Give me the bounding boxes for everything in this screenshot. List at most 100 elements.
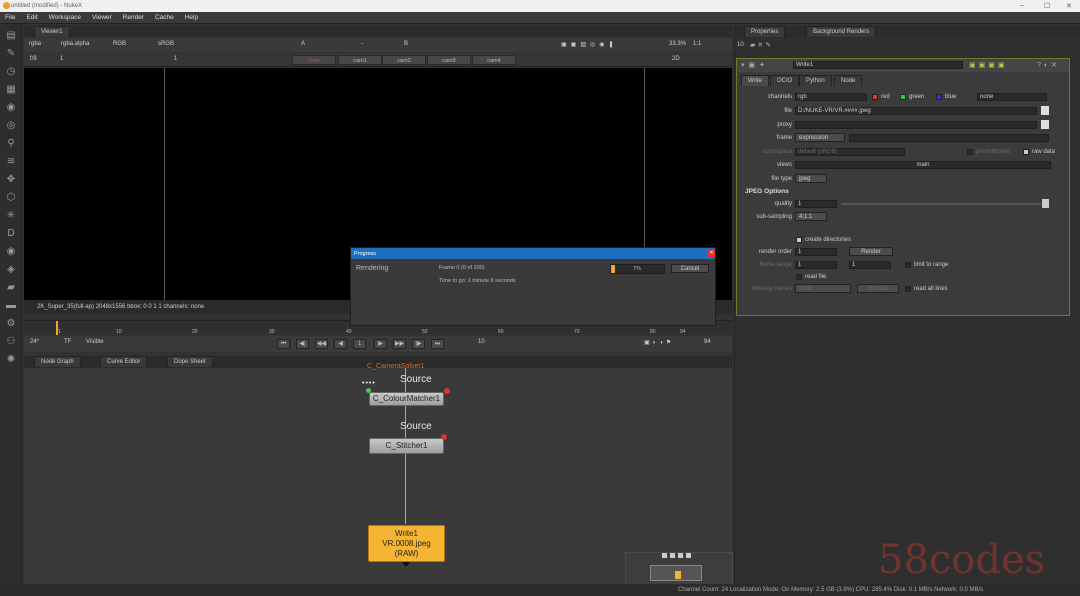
tab-ocio[interactable]: OCIO [770, 75, 800, 86]
particles-icon[interactable]: ✳ [5, 210, 17, 222]
colorspace-dropdown[interactable]: RGB [111, 40, 128, 50]
raw-data-checkbox[interactable] [1023, 149, 1029, 155]
input-a-dropdown[interactable]: A [299, 40, 307, 50]
menu-viewer[interactable]: Viewer [87, 12, 116, 21]
render-button[interactable]: Render [849, 247, 893, 256]
gamma-value[interactable]: 1 [172, 55, 179, 65]
other-tools-icon[interactable]: ▬ [5, 300, 17, 312]
frame-range-end[interactable]: 1 [849, 261, 891, 269]
reload-button[interactable]: Reload [857, 284, 899, 293]
tab-write[interactable]: Write [741, 75, 769, 86]
tab-node[interactable]: Node [834, 75, 863, 86]
proxy-path-field[interactable] [795, 121, 1037, 129]
blue-checkbox[interactable] [936, 94, 942, 100]
view-cam1[interactable]: cam1 [338, 55, 382, 65]
premultiplied-checkbox[interactable] [967, 149, 973, 155]
cancel-button[interactable]: Cancel [671, 264, 709, 273]
menu-edit[interactable]: Edit [21, 12, 41, 21]
next-key-button[interactable]: |▶ [412, 339, 425, 349]
views-dropdown[interactable]: main [795, 161, 1051, 169]
write-node[interactable]: Write1 VR.0008.jpeg (RAW) [368, 525, 445, 562]
step-forward-button[interactable]: ▶▶ [393, 339, 406, 349]
visibility-dropdown[interactable]: Visible [84, 338, 106, 348]
close-button[interactable]: ✕ [1066, 2, 1072, 10]
frame-mode-dropdown[interactable]: expression [795, 133, 845, 142]
viewer-overlay-icons[interactable]: ▣▣▨◎◉❚ [559, 40, 620, 50]
colorspace-dropdown[interactable]: default (sRGB) [795, 148, 905, 156]
missing-frames-dropdown[interactable]: error [795, 284, 851, 293]
play-backward-button[interactable]: ◀ [334, 339, 347, 349]
view-cam4[interactable]: cam4 [472, 55, 516, 65]
proxy-ratio[interactable]: 1:1 [691, 40, 703, 50]
frame-expression-field[interactable] [849, 134, 1049, 142]
menu-help[interactable]: Help [180, 12, 202, 21]
end-frame-field[interactable]: 94 [702, 338, 713, 348]
node-graph-minimap[interactable] [625, 552, 733, 586]
viewer-mode-dropdown[interactable]: 2D [670, 55, 682, 65]
views-tools-icon[interactable]: ◉ [5, 246, 17, 258]
skip-end-button[interactable]: ⏭ [431, 339, 444, 349]
image-tools-icon[interactable]: ▤ [5, 30, 17, 42]
draw-tools-icon[interactable]: ✎ [5, 48, 17, 60]
panel-window-icons[interactable]: ?◐✕ [1037, 61, 1060, 69]
file-path-field[interactable]: D:/NUKE-VR/VR.####.jpeg [795, 107, 1037, 115]
display-dropdown[interactable]: sRGB [156, 40, 176, 50]
channels-dropdown[interactable]: rgb [795, 93, 867, 101]
keyer-tools-icon[interactable]: ⚲ [5, 138, 17, 150]
tab-background-renders[interactable]: Background Renders [806, 26, 877, 37]
file-type-dropdown[interactable]: jpeg [795, 174, 827, 183]
read-file-checkbox[interactable] [796, 274, 802, 280]
read-all-lines-checkbox[interactable] [905, 286, 911, 292]
menu-file[interactable]: File [0, 12, 19, 21]
tab-python[interactable]: Python [799, 75, 832, 86]
metadata-icon[interactable]: ◈ [5, 264, 17, 276]
input-b-dropdown[interactable]: B [402, 40, 410, 50]
frame-range-start[interactable]: 1 [795, 261, 837, 269]
transform-tools-icon[interactable]: ✥ [5, 174, 17, 186]
filter-tools-icon[interactable]: ◎ [5, 120, 17, 132]
compare-mode-dropdown[interactable]: - [359, 40, 365, 50]
play-forward-button[interactable]: ▶ [374, 339, 387, 349]
color-tools-icon[interactable]: ◉ [5, 102, 17, 114]
stitcher-node[interactable]: C_Stitcher1 [369, 438, 444, 454]
skip-start-button[interactable]: ⏮ [277, 339, 290, 349]
limit-to-range-checkbox[interactable] [905, 262, 911, 268]
close-icon[interactable]: ✕ [708, 250, 715, 257]
view-main[interactable]: main [292, 55, 336, 65]
minimize-button[interactable]: – [1020, 2, 1024, 9]
channel-tools-icon[interactable]: ▦ [5, 84, 17, 96]
fstop-control[interactable]: f/8 [28, 55, 39, 65]
colour-matcher-node[interactable]: C_ColourMatcher1 [369, 392, 444, 406]
furnace-icon[interactable]: ⚙ [5, 318, 17, 330]
current-frame-field[interactable]: 1 [353, 339, 366, 349]
zoom-level[interactable]: 33.3% [667, 40, 688, 50]
quality-field[interactable]: 1 [795, 200, 837, 208]
fps-dropdown[interactable]: 24* [28, 338, 41, 348]
frame-increment[interactable]: 10 [476, 338, 487, 348]
time-tools-icon[interactable]: ◷ [5, 66, 17, 78]
menu-render[interactable]: Render [118, 12, 148, 21]
create-directories-checkbox[interactable] [796, 237, 802, 243]
properties-max-panels[interactable]: 10 [737, 42, 744, 48]
3d-tools-icon[interactable]: ⬡ [5, 192, 17, 204]
playback-mode-icons[interactable]: ▣◐◑⚑ [642, 338, 676, 348]
tab-dope-sheet[interactable]: Dope Sheet [167, 356, 213, 367]
node-color-icons[interactable]: ▣▣▣▣ [969, 61, 1007, 69]
camera-solver-node-label[interactable]: C_CameraSolver1 [367, 363, 425, 370]
quality-slider[interactable] [841, 203, 1041, 205]
view-cam2[interactable]: cam2 [382, 55, 426, 65]
tab-properties[interactable]: Properties [744, 26, 786, 37]
node-name-field[interactable]: Write1 [793, 61, 963, 69]
extra-channel-dropdown[interactable]: none [977, 93, 1047, 101]
tab-node-graph[interactable]: Node Graph [34, 356, 81, 367]
sub-sampling-dropdown[interactable]: 4:1:1 [795, 212, 827, 221]
maximize-button[interactable]: ☐ [1044, 2, 1050, 10]
deep-tools-icon[interactable]: D [5, 228, 17, 240]
header-icons[interactable]: ▾▣✦ [741, 61, 769, 69]
tf-dropdown[interactable]: TF [62, 338, 73, 348]
playhead[interactable] [56, 321, 58, 335]
step-back-button[interactable]: ◀◀ [315, 339, 328, 349]
alpha-dropdown[interactable]: rgba.alpha [59, 40, 91, 50]
menu-workspace[interactable]: Workspace [44, 12, 85, 21]
toolsets-icon[interactable]: ▰ [5, 282, 17, 294]
